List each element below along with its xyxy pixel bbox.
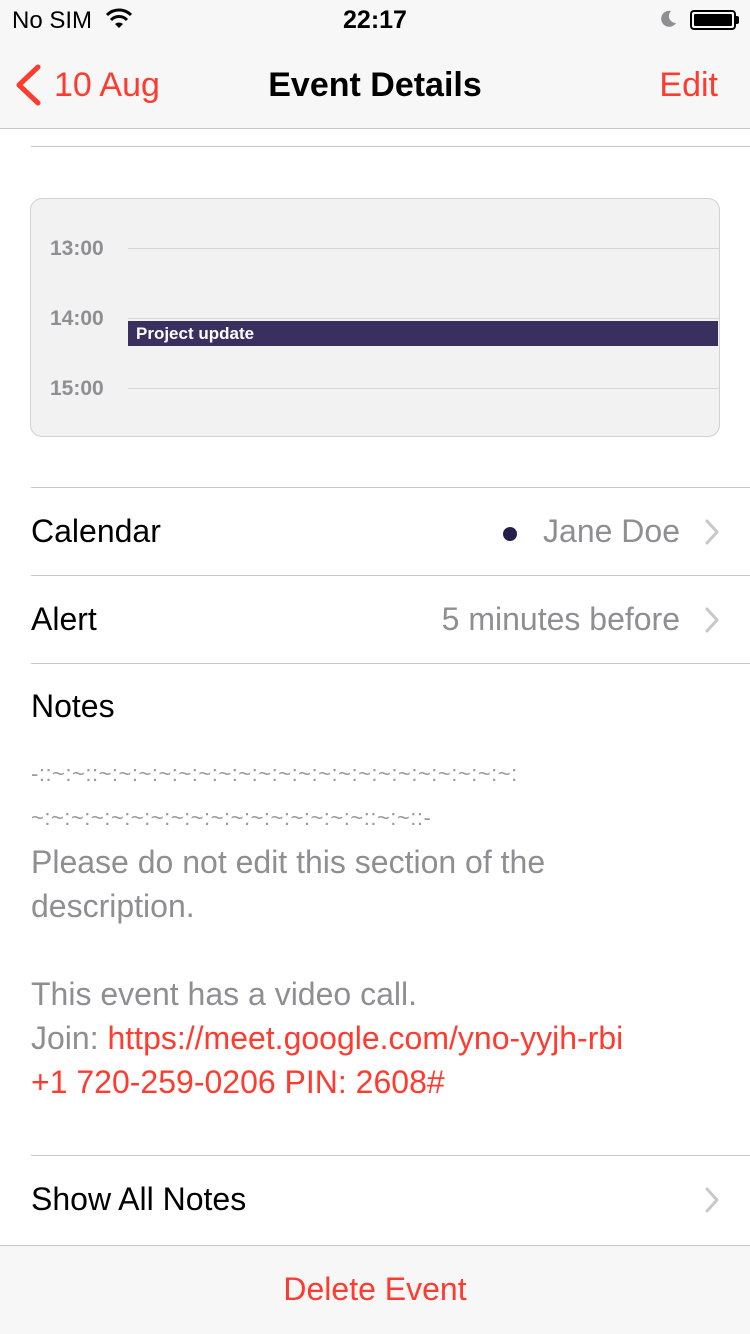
hour-label: 14:00 <box>50 307 104 330</box>
calendar-row[interactable]: Calendar Jane Doe <box>31 487 750 575</box>
notes-section: Notes -::~:~::~:~:~:~:~:~:~:~:~:~:~:~:~:… <box>31 663 750 1100</box>
chevron-right-icon <box>705 607 719 633</box>
status-bar: No SIM 22:17 <box>0 0 750 40</box>
hour-label: 13:00 <box>50 237 104 260</box>
hour-line <box>128 248 719 249</box>
battery-icon <box>690 10 740 30</box>
event-block[interactable]: Project update <box>128 321 718 346</box>
hour-line <box>128 388 719 389</box>
meet-link[interactable]: https://meet.google.com/yno-yyjh-rbi <box>107 1020 623 1056</box>
calendar-value: Jane Doe <box>543 513 680 549</box>
delete-event-button[interactable]: Delete Event <box>0 1271 750 1308</box>
show-all-notes-row[interactable]: Show All Notes <box>31 1155 750 1243</box>
notes-warning: Please do not edit this section of the d… <box>31 844 546 924</box>
phone-link[interactable]: +1 720-259-0206 PIN: 2608# <box>31 1060 711 1104</box>
alert-label: Alert <box>31 601 97 637</box>
chevron-right-icon <box>705 519 719 545</box>
notes-body: -::~:~::~:~:~:~:~:~:~:~:~:~:~:~:~:~:~:~:… <box>31 752 711 1104</box>
alert-value: 5 minutes before <box>441 601 680 637</box>
chevron-right-icon <box>705 1187 719 1213</box>
calendar-label: Calendar <box>31 513 161 549</box>
show-all-notes-label: Show All Notes <box>31 1181 247 1217</box>
hour-label: 15:00 <box>50 377 104 400</box>
notes-title: Notes <box>31 688 115 724</box>
clock-time: 22:17 <box>343 6 407 34</box>
bottom-toolbar: Delete Event <box>0 1245 750 1334</box>
join-prefix: Join: <box>31 1020 108 1056</box>
notes-join-line: Join: https://meet.google.com/yno-yyjh-r… <box>31 1016 711 1060</box>
notes-decoration-line: -::~:~::~:~:~:~:~:~:~:~:~:~:~:~:~:~:~:~:… <box>31 761 518 786</box>
page-title: Event Details <box>268 66 482 104</box>
edit-button[interactable]: Edit <box>659 66 718 105</box>
notes-decoration-line: ~:~:~:~:~:~:~:~:~:~:~:~:~:~:~:~:~::~:~::… <box>31 805 432 830</box>
moon-icon <box>661 10 676 27</box>
navigation-bar: 10 Aug Event Details Edit <box>0 40 750 129</box>
notes-video-line: This event has a video call. <box>31 976 417 1012</box>
hour-line <box>128 318 719 319</box>
alert-row[interactable]: Alert 5 minutes before <box>31 575 750 663</box>
day-preview[interactable]: 13:00 14:00 15:00 Project update <box>30 198 720 437</box>
calendar-color-dot <box>503 527 517 541</box>
separator <box>31 146 750 147</box>
